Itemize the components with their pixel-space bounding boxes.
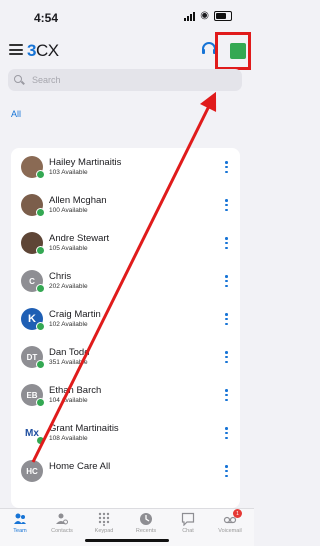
search-input[interactable]	[30, 74, 234, 86]
more-options-icon[interactable]	[225, 427, 228, 439]
tab-team[interactable]: Team	[0, 512, 40, 534]
chat-icon	[181, 512, 195, 526]
contact-name: Grant Martinaitis	[49, 423, 119, 434]
status-bar: 4:54 ◉	[0, 0, 254, 30]
tab-label: Chat	[182, 528, 194, 534]
tab-label: Recents	[135, 528, 157, 534]
contact-row[interactable]: Mx Grant Martinaitis 108 Available	[11, 414, 240, 452]
tab-chat[interactable]: Chat	[168, 512, 208, 534]
more-options-icon[interactable]	[225, 237, 228, 249]
contact-name: Home Care All	[49, 461, 111, 472]
app-logo: 3CX	[27, 41, 59, 60]
more-options-icon[interactable]	[225, 389, 228, 401]
more-options-icon[interactable]	[225, 313, 228, 325]
search-bar[interactable]	[8, 69, 242, 91]
contact-avatar	[21, 156, 45, 179]
home-indicator	[85, 539, 169, 542]
contact-status: 105 Available	[49, 245, 88, 252]
contact-name: Hailey Martinaitis	[49, 157, 122, 168]
contact-status: 351 Available	[49, 359, 88, 366]
presence-indicator	[36, 322, 45, 331]
contacts-icon	[56, 513, 68, 525]
annotation-highlight-box	[215, 32, 251, 70]
contact-name: Craig Martin	[49, 309, 101, 320]
search-icon	[14, 75, 24, 85]
presence-indicator	[36, 208, 45, 217]
tab-recents[interactable]: Recents	[126, 512, 166, 534]
presence-indicator	[36, 284, 45, 293]
presence-indicator	[36, 398, 45, 407]
voicemail-badge: 1	[233, 509, 242, 518]
contact-status: 202 Available	[49, 283, 88, 290]
status-icons: ◉	[184, 11, 232, 21]
tab-voicemail[interactable]: 1 Voicemail	[210, 509, 250, 534]
signal-icon	[184, 11, 196, 21]
contact-avatar	[21, 194, 45, 217]
contact-row[interactable]: DT Dan Todd 351 Available	[11, 338, 240, 376]
contact-name: Dan Todd	[49, 347, 90, 358]
contact-name: Ethan Barch	[49, 385, 102, 396]
more-options-icon[interactable]	[225, 161, 228, 173]
more-options-icon[interactable]	[225, 275, 228, 287]
contact-row[interactable]: K Craig Martin 102 Available	[11, 300, 240, 338]
contact-name: Andre Stewart	[49, 233, 110, 244]
contact-row[interactable]: HC Home Care All	[11, 452, 240, 490]
wifi-icon: ◉	[200, 10, 209, 21]
contact-avatar: K	[21, 308, 45, 331]
presence-indicator	[36, 170, 45, 179]
recents-icon	[140, 513, 152, 525]
tab-contacts[interactable]: Contacts	[42, 512, 82, 534]
contact-avatar: HC	[21, 460, 43, 482]
more-options-icon[interactable]	[225, 199, 228, 211]
presence-indicator	[36, 246, 45, 255]
contact-name: Chris	[49, 271, 72, 282]
status-time: 4:54	[34, 11, 59, 25]
hamburger-menu-icon[interactable]	[9, 44, 23, 55]
contact-row[interactable]: Hailey Martinaitis 103 Available	[11, 148, 240, 186]
tab-label: Voicemail	[218, 528, 242, 534]
contact-status: 103 Available	[49, 169, 88, 176]
more-options-icon[interactable]	[225, 465, 228, 477]
tab-label: Keypad	[94, 528, 114, 534]
presence-indicator	[36, 360, 45, 369]
team-icon	[14, 513, 26, 524]
contact-row[interactable]: Andre Stewart 105 Available	[11, 224, 240, 262]
voicemail-icon: 1	[223, 509, 242, 526]
team-list: Hailey Martinaitis 103 Available Allen M…	[11, 148, 240, 508]
filter-all-tab[interactable]: All	[11, 109, 21, 119]
contact-row[interactable]: C Chris 202 Available	[11, 262, 240, 300]
presence-indicator	[36, 436, 45, 445]
contact-status: 104 Available	[49, 397, 88, 404]
contact-row[interactable]: Allen Mcghan 100 Available	[11, 186, 240, 224]
tab-label: Contacts	[51, 528, 73, 534]
contact-avatar	[21, 232, 45, 255]
contact-avatar: C	[21, 270, 45, 293]
contact-avatar: Mx	[21, 422, 45, 445]
contact-status: 100 Available	[49, 207, 88, 214]
contact-avatar: EB	[21, 384, 45, 407]
contact-row[interactable]: EB Ethan Barch 104 Available	[11, 376, 240, 414]
contact-name: Allen Mcghan	[49, 195, 107, 206]
battery-icon	[214, 11, 232, 21]
keypad-icon	[98, 512, 110, 526]
tab-label: Team	[13, 528, 27, 534]
contact-avatar: DT	[21, 346, 45, 369]
contact-status: 108 Available	[49, 435, 88, 442]
contact-status: 102 Available	[49, 321, 88, 328]
more-options-icon[interactable]	[225, 351, 228, 363]
tab-keypad[interactable]: Keypad	[84, 512, 124, 534]
